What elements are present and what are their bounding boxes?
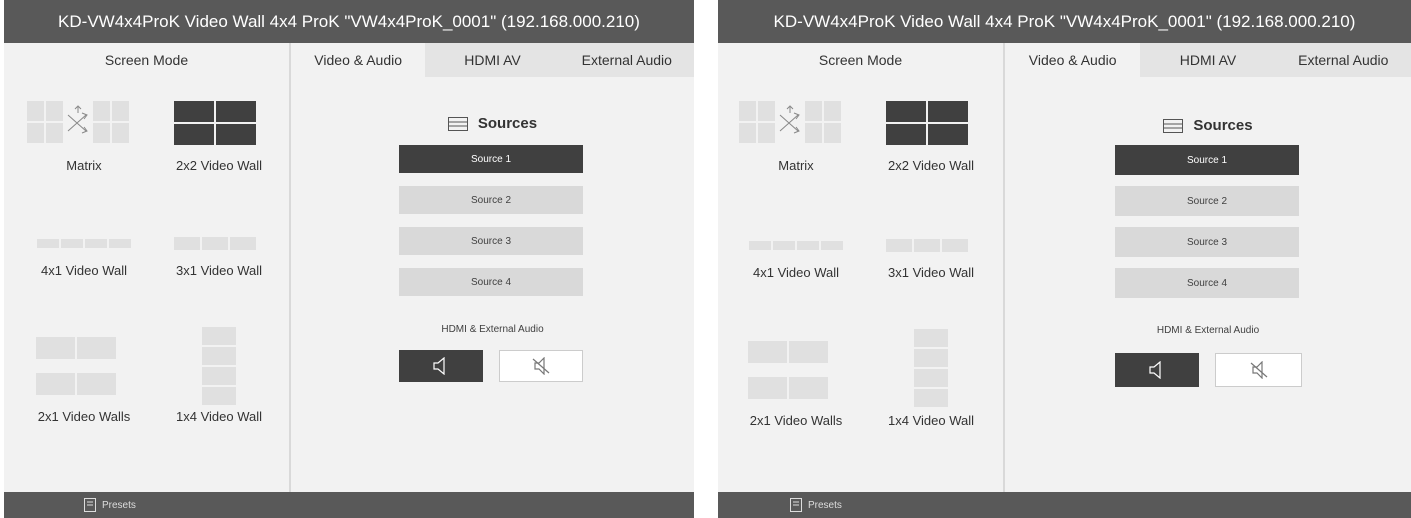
video-wall-2x2-icon xyxy=(886,101,968,145)
video-wall-3x1-icon xyxy=(174,237,256,250)
video-wall-2x2-icon xyxy=(174,101,256,145)
screen-mode-header: Screen Mode xyxy=(818,52,903,68)
sources-header: Sources xyxy=(291,115,694,132)
tab-bar: Video & Audio HDMI AV External Audio xyxy=(1005,43,1411,77)
tab-hdmi-av[interactable]: HDMI AV xyxy=(425,43,560,77)
speaker-icon xyxy=(433,357,445,375)
audio-label: HDMI & External Audio xyxy=(441,324,544,335)
source-1-button[interactable]: Source 1 xyxy=(1115,145,1299,175)
video-wall-3x1-icon xyxy=(886,239,968,252)
mode-label: Matrix xyxy=(778,158,814,173)
video-wall-1x4-icon xyxy=(914,329,948,407)
matrix-icon xyxy=(739,101,841,143)
tab-bar: Video & Audio HDMI AV External Audio xyxy=(291,43,694,77)
mute-button[interactable] xyxy=(499,350,583,382)
source-4-button[interactable]: Source 4 xyxy=(399,268,583,296)
mode-label: 2x2 Video Wall xyxy=(176,158,262,173)
mode-label: 4x1 Video Wall xyxy=(753,265,839,280)
tab-hdmi-av[interactable]: HDMI AV xyxy=(1140,43,1276,77)
mode-2x2-video-wall[interactable]: 2x2 Video Wall xyxy=(149,101,289,181)
mode-4x1-video-wall[interactable]: 4x1 Video Wall xyxy=(14,239,154,289)
footer-bar: Presets xyxy=(718,492,1411,518)
window-title: KD-VW4x4ProK Video Wall 4x4 ProK "VW4x4P… xyxy=(718,0,1411,43)
video-wall-1x4-icon xyxy=(202,327,236,405)
window-title: KD-VW4x4ProK Video Wall 4x4 ProK "VW4x4P… xyxy=(4,0,694,43)
sources-header: Sources xyxy=(1005,117,1411,134)
settings-panel: Video & Audio HDMI AV External Audio Sou… xyxy=(1005,43,1411,492)
sources-list-icon xyxy=(447,117,468,132)
presets-icon xyxy=(790,498,802,512)
tab-external-audio[interactable]: External Audio xyxy=(1275,43,1411,77)
app-body: Screen Mode Matrix 2x2 Video Wall 4x1 Vi… xyxy=(4,43,694,492)
tab-video-audio[interactable]: Video & Audio xyxy=(291,43,426,77)
presets-button[interactable]: Presets xyxy=(84,492,136,518)
presets-label: Presets xyxy=(808,499,842,511)
source-2-button[interactable]: Source 2 xyxy=(399,186,583,214)
mode-label: 2x1 Video Walls xyxy=(749,413,843,428)
unmute-button[interactable] xyxy=(399,350,483,382)
presets-label: Presets xyxy=(102,499,136,511)
mode-3x1-video-wall[interactable]: 3x1 Video Wall xyxy=(861,239,1001,291)
video-wall-4x1-icon xyxy=(37,239,131,248)
mode-matrix[interactable]: Matrix xyxy=(726,101,866,181)
mode-label: 2x1 Video Walls xyxy=(37,409,131,424)
source-2-button[interactable]: Source 2 xyxy=(1115,186,1299,216)
tab-external-audio[interactable]: External Audio xyxy=(559,43,694,77)
sources-title: Sources xyxy=(477,115,538,132)
mode-4x1-video-wall[interactable]: 4x1 Video Wall xyxy=(726,241,866,291)
mode-3x1-video-wall[interactable]: 3x1 Video Wall xyxy=(149,237,289,289)
app-body: Screen Mode Matrix 2x2 Video Wall 4x1 Vi… xyxy=(718,43,1411,492)
video-walls-2x1-icon xyxy=(748,341,828,399)
speaker-muted-icon xyxy=(532,357,550,375)
mode-1x4-video-wall[interactable]: 1x4 Video Wall xyxy=(861,329,1001,429)
footer-bar: Presets xyxy=(4,492,694,518)
mode-2x1-video-walls[interactable]: 2x1 Video Walls xyxy=(726,341,866,431)
source-3-button[interactable]: Source 3 xyxy=(399,227,583,255)
presets-button[interactable]: Presets xyxy=(790,492,842,518)
screen-mode-panel: Screen Mode Matrix 2x2 Video Wall 4x1 Vi… xyxy=(4,43,291,492)
source-4-button[interactable]: Source 4 xyxy=(1115,268,1299,298)
mode-label: 3x1 Video Wall xyxy=(176,263,262,278)
mode-label: Matrix xyxy=(66,158,102,173)
sources-title: Sources xyxy=(1193,117,1253,134)
video-walls-2x1-icon xyxy=(36,337,116,395)
screen-mode-panel: Screen Mode Matrix 2x2 Video Wall 4x1 Vi… xyxy=(718,43,1005,492)
mute-button[interactable] xyxy=(1215,353,1302,387)
mode-label: 4x1 Video Wall xyxy=(41,263,127,278)
mode-2x1-video-walls[interactable]: 2x1 Video Walls xyxy=(14,337,154,427)
mode-matrix[interactable]: Matrix xyxy=(14,101,154,181)
source-1-button[interactable]: Source 1 xyxy=(399,145,583,173)
mode-label: 3x1 Video Wall xyxy=(888,265,974,280)
presets-icon xyxy=(84,498,96,512)
matrix-icon xyxy=(27,101,129,143)
mode-1x4-video-wall[interactable]: 1x4 Video Wall xyxy=(149,327,289,427)
unmute-button[interactable] xyxy=(1115,353,1199,387)
screen-mode-header: Screen Mode xyxy=(104,52,189,68)
audio-label: HDMI & External Audio xyxy=(1156,325,1260,336)
source-3-button[interactable]: Source 3 xyxy=(1115,227,1299,257)
tab-video-audio[interactable]: Video & Audio xyxy=(1005,43,1141,77)
app-window: KD-VW4x4ProK Video Wall 4x4 ProK "VW4x4P… xyxy=(4,0,694,518)
speaker-icon xyxy=(1149,361,1161,379)
video-wall-4x1-icon xyxy=(749,241,843,250)
mode-label: 1x4 Video Wall xyxy=(176,409,262,424)
speaker-muted-icon xyxy=(1250,361,1267,379)
sources-list-icon xyxy=(1163,119,1184,134)
mode-label: 2x2 Video Wall xyxy=(888,158,974,173)
settings-panel: Video & Audio HDMI AV External Audio Sou… xyxy=(291,43,694,492)
app-window: KD-VW4x4ProK Video Wall 4x4 ProK "VW4x4P… xyxy=(718,0,1411,518)
mode-2x2-video-wall[interactable]: 2x2 Video Wall xyxy=(861,101,1001,181)
mode-label: 1x4 Video Wall xyxy=(888,413,974,428)
